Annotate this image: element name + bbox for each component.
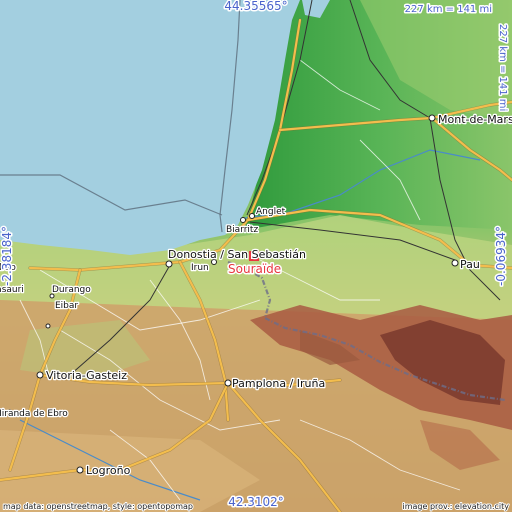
scale-horizontal: 227 km = 141 mi [405, 4, 492, 15]
place-label-souraide: Souraïde [228, 262, 281, 276]
place-label-anglet: Anglet [256, 207, 286, 217]
place-label-durango: Durango [52, 285, 91, 295]
place-label-pamplona: Pamplona / Iruña [232, 377, 325, 390]
anglet-marker [249, 213, 255, 219]
eibar-marker [45, 323, 51, 329]
logrono-marker [76, 466, 84, 474]
north-coordinate: 44.35565° [224, 0, 287, 13]
attribution-right: image prov.: elevation.city [402, 502, 509, 511]
donostia-marker [165, 260, 173, 268]
place-label-biarritz: Biarritz [226, 225, 258, 235]
attribution-left: map data: openstreetmap, style: opentopo… [3, 502, 193, 511]
place-label-mont-de-marsan: Mont-de-Marsan [438, 113, 512, 126]
pau-marker [451, 259, 459, 267]
place-label-eibar: Eibar [55, 301, 78, 311]
place-label-donostia: Donostia / San Sebastián [168, 248, 306, 261]
vitoria-gasteiz-marker [36, 371, 44, 379]
east-coordinate: -0.06934° [494, 226, 508, 286]
south-coordinate: 42.3102° [228, 495, 284, 509]
place-label-irun: Irun [191, 263, 209, 273]
mont-de-marsan-marker [428, 114, 436, 122]
biarritz-marker [240, 217, 246, 223]
terrain-map[interactable]: Mont-de-Marsan Anglet Biarritz Donostia … [0, 0, 512, 512]
place-label-vitoria-gasteiz: Vitoria-Gasteiz [46, 369, 127, 382]
pamplona-marker [224, 379, 232, 387]
scale-vertical: 227 km = 141 mi [497, 24, 508, 111]
place-label-miranda-de-ebro: Miranda de Ebro [0, 409, 68, 419]
place-label-logrono: Logroño [86, 464, 131, 477]
west-coordinate: -2.38184° [0, 226, 14, 286]
place-label-pau: Pau [460, 258, 480, 271]
